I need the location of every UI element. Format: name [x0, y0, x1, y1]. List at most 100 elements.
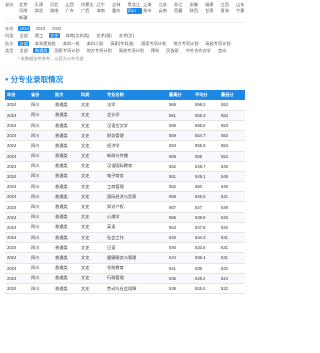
category-option[interactable]: 艺术(文): [117, 33, 135, 38]
category-option[interactable]: 理工: [33, 33, 44, 38]
table-cell: 四川: [29, 242, 53, 254]
table-cell: 普通类: [53, 140, 79, 152]
table-cell: 2024: [5, 222, 29, 234]
major-type-option[interactable]: 普通类: [33, 48, 49, 54]
column-header: 平均分: [193, 90, 219, 101]
table-cell: 四川: [29, 232, 53, 244]
major-type-option[interactable]: 定向: [217, 48, 228, 53]
table-cell: 普通类: [53, 201, 79, 213]
table-cell: 553: [219, 100, 245, 111]
batch-option[interactable]: 国家专项计划: [140, 41, 168, 46]
table-cell: 四川: [29, 161, 53, 172]
table-cell: 549: [219, 181, 245, 193]
province-option[interactable]: 黑龙江: [127, 2, 143, 8]
year-option[interactable]: 2023: [34, 26, 46, 31]
major-type-option[interactable]: 预科: [149, 48, 160, 53]
table-cell: 555: [193, 151, 219, 162]
batch-option[interactable]: 全部: [18, 40, 30, 46]
table-cell: 553: [219, 140, 245, 152]
province-option[interactable]: 陕西: [189, 8, 205, 14]
table-cell: 文史: [79, 252, 105, 264]
table-cell: 四川: [29, 263, 53, 274]
province-option[interactable]: 云南: [158, 8, 174, 14]
table-cell: 学前教育: [105, 263, 167, 274]
table-cell: 549: [219, 201, 245, 213]
year-option[interactable]: 2024: [18, 25, 31, 31]
table-cell: 532: [219, 263, 245, 274]
province-option[interactable]: 四川: [126, 8, 142, 15]
batch-option[interactable]: 高校专项计划: [204, 41, 232, 46]
major-type-option[interactable]: 中外合作办学: [184, 48, 212, 53]
table-cell: 2024: [5, 100, 29, 111]
table-row: 2024 四川 普通类 文史 汉语国际教育 552 549.7 549: [5, 161, 245, 172]
table-cell: 四川: [29, 212, 53, 223]
category-option[interactable]: 文史: [48, 33, 61, 39]
table-cell: 567: [167, 201, 193, 213]
province-option[interactable]: 新疆: [18, 15, 34, 21]
province-option[interactable]: 广东: [65, 8, 81, 14]
table-cell: 普通类: [53, 191, 79, 203]
table-cell: 文史: [79, 130, 105, 142]
province-option[interactable]: 湖北: [34, 8, 50, 14]
table-cell: 文史: [79, 161, 105, 172]
province-option[interactable]: 甘肃: [204, 8, 220, 14]
table-cell: 四川: [29, 100, 53, 111]
province-option[interactable]: 河南: [18, 8, 34, 14]
category-option[interactable]: 全部: [18, 33, 29, 38]
table-cell: 文史: [79, 181, 105, 193]
batch-option[interactable]: 地方专项计划: [172, 41, 200, 46]
table-cell: 2024: [5, 151, 29, 162]
table-cell: 法学: [105, 100, 167, 111]
table-cell: 经济学: [105, 140, 167, 152]
column-header: 科类: [79, 90, 105, 101]
province-option[interactable]: 西藏: [173, 8, 189, 14]
table-row: 2024 四川 普通类 文史 日语 540 533.6 531: [5, 242, 245, 254]
province-option[interactable]: 青海: [220, 8, 236, 14]
province-option[interactable]: 宁夏: [235, 8, 251, 14]
table-row: 2024 四川 普通类 文史 知识产权 567 547 549: [5, 201, 245, 213]
column-header: 批次: [53, 90, 79, 101]
major-type-option[interactable]: 国家专项计划: [53, 48, 81, 53]
major-type-option[interactable]: 全部: [18, 48, 29, 53]
province-option[interactable]: 重庆: [111, 8, 127, 14]
batch-label: 批次: [5, 40, 14, 46]
table-cell: 2024: [5, 110, 29, 121]
batch-option[interactable]: 本科一批: [61, 41, 81, 46]
category-option[interactable]: 艺术(理): [95, 33, 113, 38]
table-cell: 563: [167, 140, 193, 152]
batch-option[interactable]: 高职(专科)批: [109, 41, 136, 46]
province-option[interactable]: 湖南: [49, 8, 65, 14]
table-cell: 2024: [5, 242, 29, 254]
batch-option[interactable]: 本科二批: [85, 41, 105, 46]
table-cell: 545.6: [193, 191, 219, 203]
table-cell: 健康服务与管理: [105, 252, 167, 264]
table-cell: 558.2: [193, 100, 219, 111]
year-label: 年份: [5, 25, 14, 31]
province-option[interactable]: 广西: [80, 8, 96, 14]
table-cell: 2024: [5, 161, 29, 172]
table-cell: 普通类: [53, 181, 79, 193]
table-cell: 普通类: [53, 263, 79, 274]
province-option[interactable]: 海南: [96, 8, 112, 14]
table-cell: 556: [167, 212, 193, 223]
table-cell: 537.8: [193, 222, 219, 234]
category-label: 科类: [5, 33, 14, 39]
major-type-option[interactable]: 地方专项计划: [85, 48, 113, 53]
table-cell: 2024: [5, 181, 29, 193]
category-option[interactable]: 体育(文科类): [64, 33, 91, 38]
table-cell: 社会工作: [105, 232, 167, 244]
major-type-option[interactable]: 民族班: [165, 48, 181, 53]
table-row: 2024 四川 普通类 文史 心理学 556 539.8 533: [5, 212, 245, 223]
table-cell: 2024: [5, 252, 29, 264]
table-cell: 文史: [79, 201, 105, 213]
year-option[interactable]: 2022: [51, 26, 63, 31]
table-cell: 531: [219, 252, 245, 264]
table-cell: 555.9: [193, 140, 219, 152]
province-option[interactable]: 贵州: [142, 8, 158, 14]
major-type-option[interactable]: 高校专项计划: [117, 48, 145, 53]
table-cell: 528.2: [193, 273, 219, 284]
table-cell: 普通类: [53, 151, 79, 162]
batch-option[interactable]: 本科提前批: [33, 41, 57, 46]
table-cell: 553: [167, 222, 193, 234]
table-cell: 日语: [105, 242, 167, 254]
